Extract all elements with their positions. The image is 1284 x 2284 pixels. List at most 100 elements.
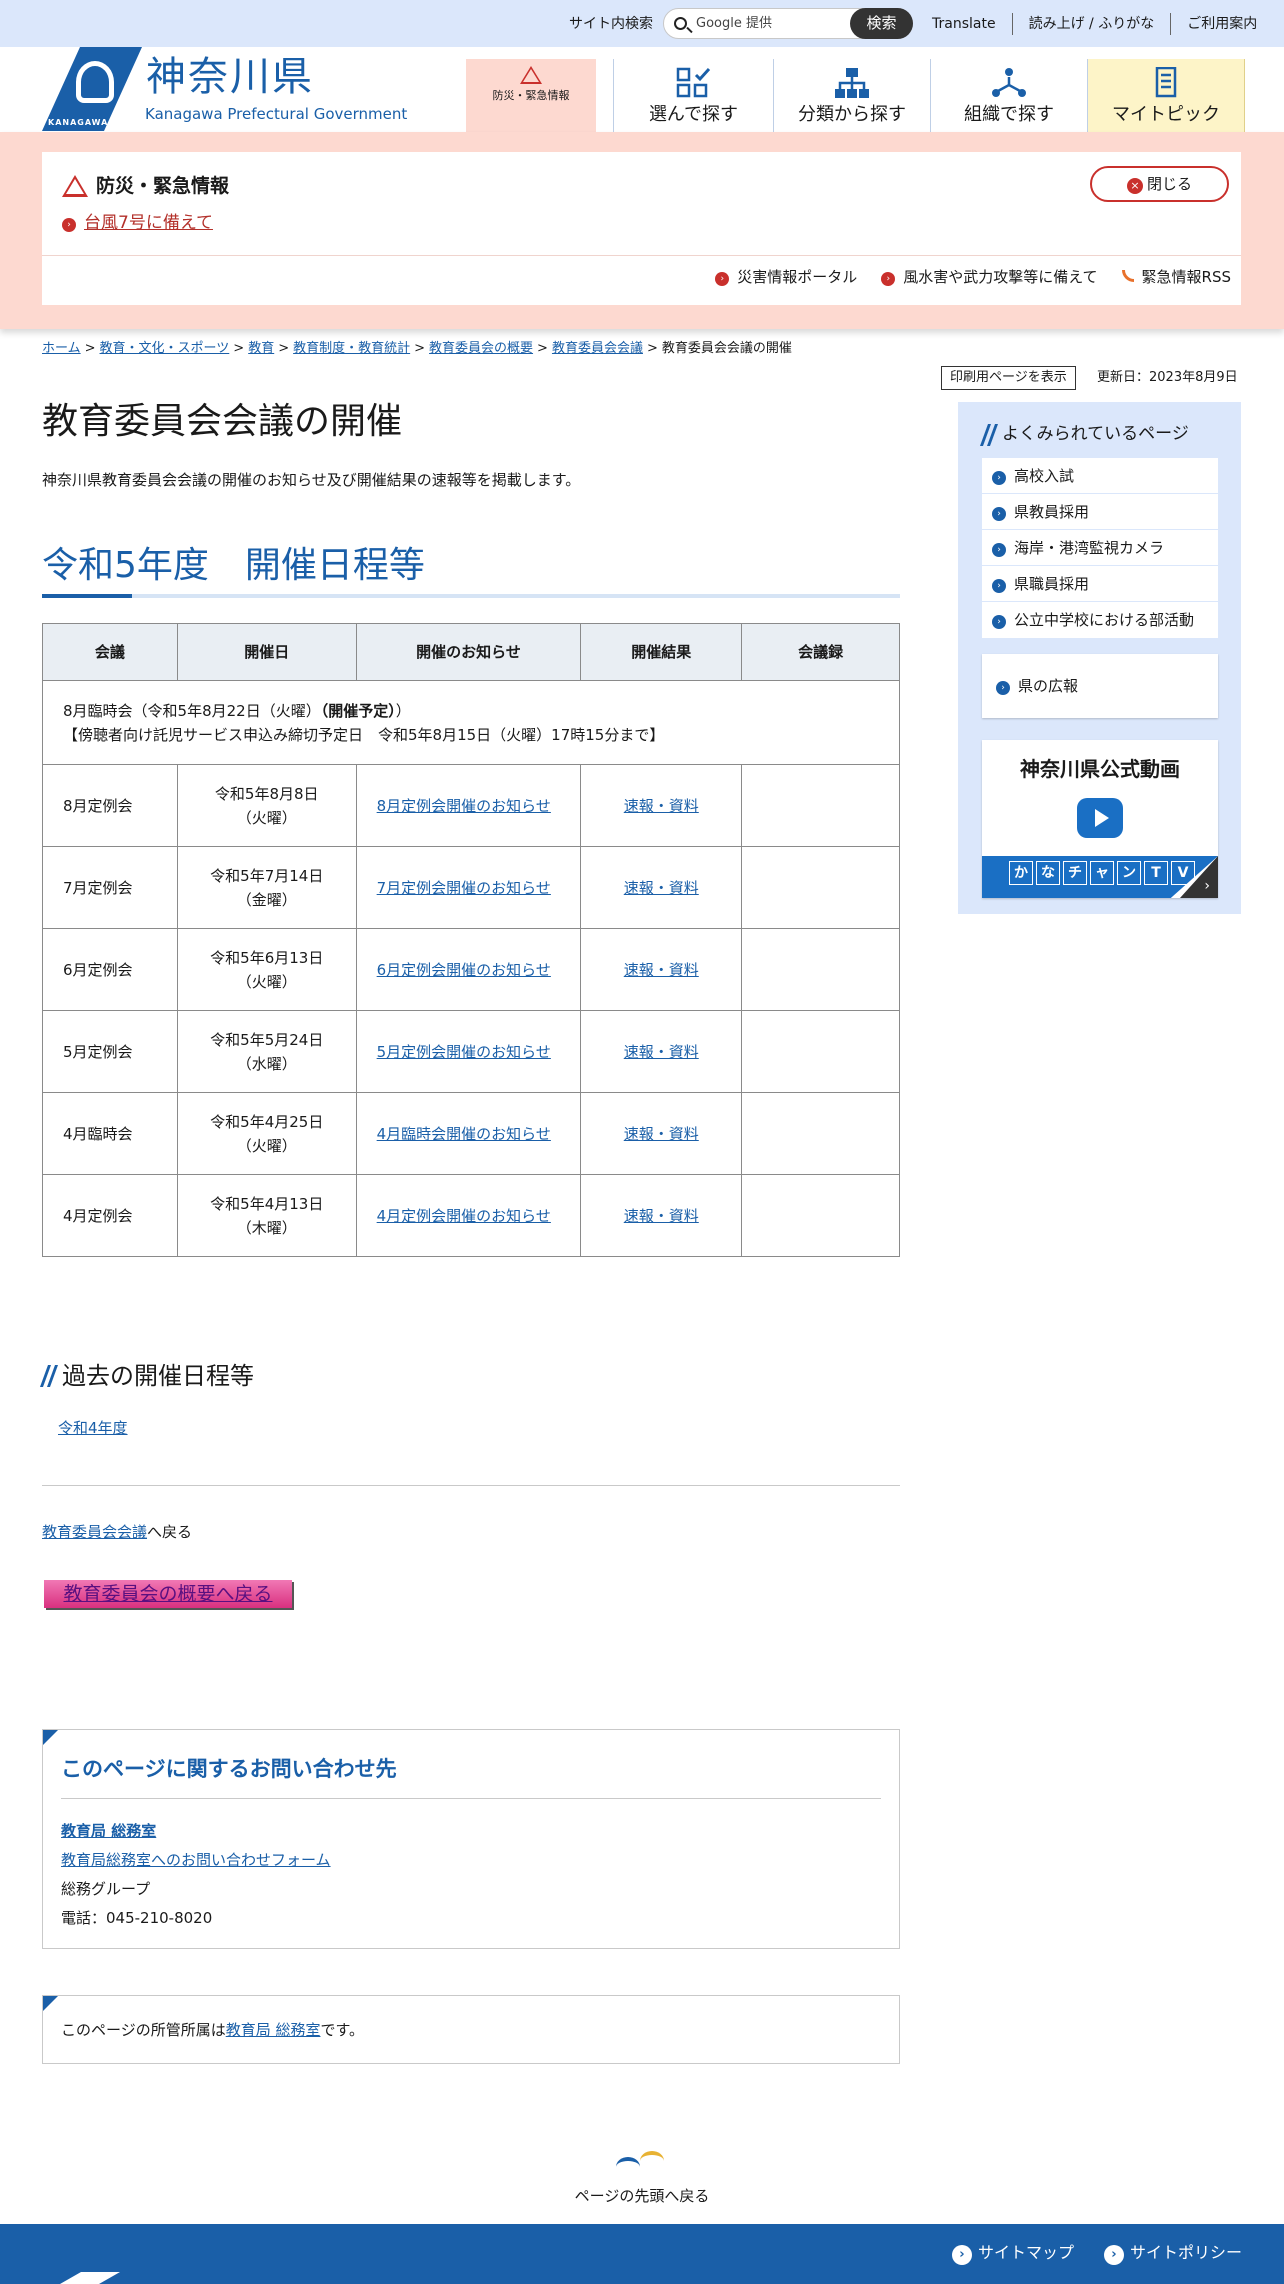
result-cell: 速報・資料 bbox=[580, 1010, 743, 1093]
nav-emergency[interactable]: 防災・緊急情報 bbox=[466, 59, 596, 132]
reiwa4-link[interactable]: 令和4年度 bbox=[58, 1417, 128, 1440]
footer-stripe bbox=[60, 2272, 120, 2284]
close-button[interactable]: × 閉じる bbox=[1090, 166, 1229, 202]
nav-mytopic[interactable]: マイトピック bbox=[1088, 59, 1245, 132]
weekday-text: （火曜） bbox=[236, 808, 297, 827]
breadcrumb-item[interactable]: 教育制度・教育統計 bbox=[293, 341, 410, 356]
disaster-portal-text: 災害情報ポータル bbox=[737, 268, 858, 286]
emergency-links: › 災害情報ポータル › 風水害や武力攻撃等に備えて 緊急情報RSS bbox=[715, 266, 1231, 289]
weekday-text: （水曜） bbox=[236, 1054, 297, 1073]
result-link[interactable]: 速報・資料 bbox=[624, 1125, 699, 1143]
popular-item[interactable]: › 高校入試 bbox=[982, 458, 1218, 494]
emergency-rss-text: 緊急情報RSS bbox=[1141, 268, 1231, 286]
back-to-overview-button[interactable]: 教育委員会の概要へ戻る bbox=[44, 1580, 292, 1608]
date-text: 令和5年4月13日 bbox=[210, 1194, 324, 1213]
nav-organization[interactable]: 組織で探す bbox=[931, 59, 1088, 132]
popular-item[interactable]: › 県職員採用 bbox=[982, 566, 1218, 602]
result-link[interactable]: 速報・資料 bbox=[624, 879, 699, 897]
breadcrumb-item[interactable]: 教育委員会の概要 bbox=[429, 341, 533, 356]
emergency-rss-link[interactable]: 緊急情報RSS bbox=[1121, 266, 1231, 289]
chevron-right-icon: › bbox=[881, 272, 896, 286]
nav-select-label: 選んで探す bbox=[648, 104, 739, 125]
popular-item-label: 県教員採用 bbox=[1014, 503, 1090, 521]
sitemap-link[interactable]: › サイトマップ bbox=[951, 2241, 1074, 2265]
kanagawa-logo-icon[interactable]: KANAGAWA bbox=[42, 47, 142, 131]
board-meeting-link[interactable]: 教育委員会会議 bbox=[42, 1523, 147, 1541]
nav-category[interactable]: 分類から探す bbox=[774, 59, 931, 132]
weekday-text: （木曜） bbox=[236, 1218, 297, 1237]
notice-link[interactable]: 6月定例会開催のお知らせ bbox=[377, 961, 551, 979]
nav-select[interactable]: 選んで探す bbox=[614, 59, 774, 132]
contact-form-link[interactable]: 教育局総務室へのお問い合わせフォーム bbox=[61, 1849, 331, 1872]
past-schedule-heading: 過去の開催日程等 bbox=[42, 1358, 254, 1394]
footer-links: › サイトマップ › サイトポリシー bbox=[951, 2241, 1242, 2265]
chevron-right-icon: › bbox=[996, 681, 1010, 695]
breadcrumb-item[interactable]: 教育 bbox=[248, 341, 274, 356]
popular-item-label: 公立中学校における部活動 bbox=[1014, 611, 1195, 629]
chevron-right-icon: › bbox=[951, 2245, 972, 2265]
popular-item[interactable]: › 公立中学校における部活動 bbox=[982, 602, 1218, 638]
note-suffix: ） bbox=[395, 701, 411, 720]
result-link[interactable]: 速報・資料 bbox=[624, 1043, 699, 1061]
owner-dept-link[interactable]: 教育局 総務室 bbox=[226, 2021, 321, 2039]
tv-char: な bbox=[1036, 861, 1060, 885]
notice-link[interactable]: 5月定例会開催のお知らせ bbox=[377, 1043, 551, 1061]
notice-link[interactable]: 8月定例会開催のお知らせ bbox=[377, 797, 551, 815]
date-cell: 令和5年8月8日 （火曜） bbox=[176, 764, 357, 847]
translate-link[interactable]: Translate bbox=[920, 13, 1012, 35]
storm-preparation-link[interactable]: › 風水害や武力攻撃等に備えて bbox=[881, 266, 1098, 289]
date-text: 令和5年8月8日 bbox=[214, 784, 319, 803]
print-page-button[interactable]: 印刷用ページを表示 bbox=[941, 366, 1076, 390]
page-title: 教育委員会会議の開催 bbox=[42, 401, 403, 442]
breadcrumb: ホーム > 教育・文化・スポーツ > 教育 > 教育制度・教育統計 > 教育委員会の概要 > 教育委… bbox=[42, 341, 792, 356]
search-button[interactable]: 検索 bbox=[850, 8, 913, 39]
usage-guide-link[interactable]: ご利用案内 bbox=[1170, 13, 1273, 35]
hierarchy-icon bbox=[835, 68, 869, 98]
date-cell: 令和5年6月13日 （火曜） bbox=[176, 928, 357, 1011]
tv-char: ャ bbox=[1090, 861, 1114, 885]
result-cell: 速報・資料 bbox=[580, 846, 743, 929]
notice-cell: 4月臨時会開催のお知らせ bbox=[355, 1092, 582, 1175]
official-video-banner[interactable]: 神奈川県公式動画 か な チ ャ ン T V › bbox=[982, 740, 1218, 898]
result-link[interactable]: 速報・資料 bbox=[624, 961, 699, 979]
back-to-top-link[interactable]: ページの先頭へ戻る bbox=[571, 2143, 713, 2208]
meeting-cell: 4月臨時会 bbox=[42, 1092, 178, 1175]
date-text: 令和5年7月14日 bbox=[210, 866, 324, 885]
col-meeting: 会議 bbox=[42, 623, 178, 681]
minutes-cell bbox=[741, 928, 900, 1011]
result-link[interactable]: 速報・資料 bbox=[624, 1207, 699, 1225]
disaster-portal-link[interactable]: › 災害情報ポータル bbox=[715, 266, 857, 289]
popular-item[interactable]: › 海岸・港湾監視カメラ bbox=[982, 530, 1218, 566]
chevron-right-icon: › bbox=[992, 471, 1006, 485]
emergency-box: 防災・緊急情報 › 台風7号に備えて × 閉じる › 災害情報ポータル › 風水害や武力… bbox=[42, 152, 1241, 305]
seagull-icon bbox=[614, 2143, 670, 2179]
breadcrumb-current: 教育委員会会議の開催 bbox=[661, 341, 792, 356]
page-lead: 神奈川県教育委員会会議の開催のお知らせ及び開催結果の速報等を掲載します。 bbox=[42, 471, 581, 489]
breadcrumb-item[interactable]: 教育委員会会議 bbox=[552, 341, 643, 356]
site-footer: › サイトマップ › サイトポリシー bbox=[0, 2224, 1284, 2284]
typhoon-link[interactable]: › 台風7号に備えて bbox=[62, 211, 213, 237]
read-aloud-link[interactable]: 読み上げ / ふりがな bbox=[1011, 13, 1171, 35]
breadcrumb-home[interactable]: ホーム bbox=[42, 341, 81, 356]
back-to-top-label: ページの先頭へ戻る bbox=[574, 2187, 710, 2205]
warning-icon bbox=[62, 175, 88, 198]
contact-box: このページに関するお問い合わせ先 教育局 総務室 教育局総務室へのお問い合わせフ… bbox=[42, 1729, 900, 1949]
notice-link[interactable]: 4月定例会開催のお知らせ bbox=[377, 1207, 551, 1225]
prefecture-pr-link[interactable]: › 県の広報 bbox=[982, 654, 1218, 718]
table-row: 4月定例会 令和5年4月13日 （木曜） 4月定例会開催のお知らせ 速報・資料 bbox=[42, 1174, 900, 1257]
result-link[interactable]: 速報・資料 bbox=[624, 797, 699, 815]
contact-dept-link[interactable]: 教育局 総務室 bbox=[61, 1820, 156, 1843]
notice-link[interactable]: 4月臨時会開催のお知らせ bbox=[377, 1125, 551, 1143]
sidebar: よくみられているページ › 高校入試 › 県教員採用 › 海岸・港湾監視カメラ › 県職… bbox=[958, 402, 1241, 914]
logo-title[interactable]: 神奈川県 bbox=[146, 53, 314, 101]
popular-item[interactable]: › 県教員採用 bbox=[982, 494, 1218, 530]
site-policy-link[interactable]: › サイトポリシー bbox=[1103, 2241, 1242, 2265]
table-row: 6月定例会 令和5年6月13日 （火曜） 6月定例会開催のお知らせ 速報・資料 bbox=[42, 928, 900, 1011]
notice-link[interactable]: 7月定例会開催のお知らせ bbox=[377, 879, 551, 897]
col-result: 開催結果 bbox=[580, 623, 743, 681]
typhoon-link-text[interactable]: 台風7号に備えて bbox=[84, 213, 213, 233]
kana-channel-tv-logo: か な チ ャ ン T V bbox=[1009, 861, 1195, 885]
table-header-row: 会議 開催日 開催のお知らせ 開催結果 会議録 bbox=[42, 623, 900, 681]
breadcrumb-item[interactable]: 教育・文化・スポーツ bbox=[100, 341, 230, 356]
note-line-2: 【傍聴者向け託児サービス申込み締切予定日 令和5年8月15日（火曜）17時15分… bbox=[63, 725, 665, 744]
